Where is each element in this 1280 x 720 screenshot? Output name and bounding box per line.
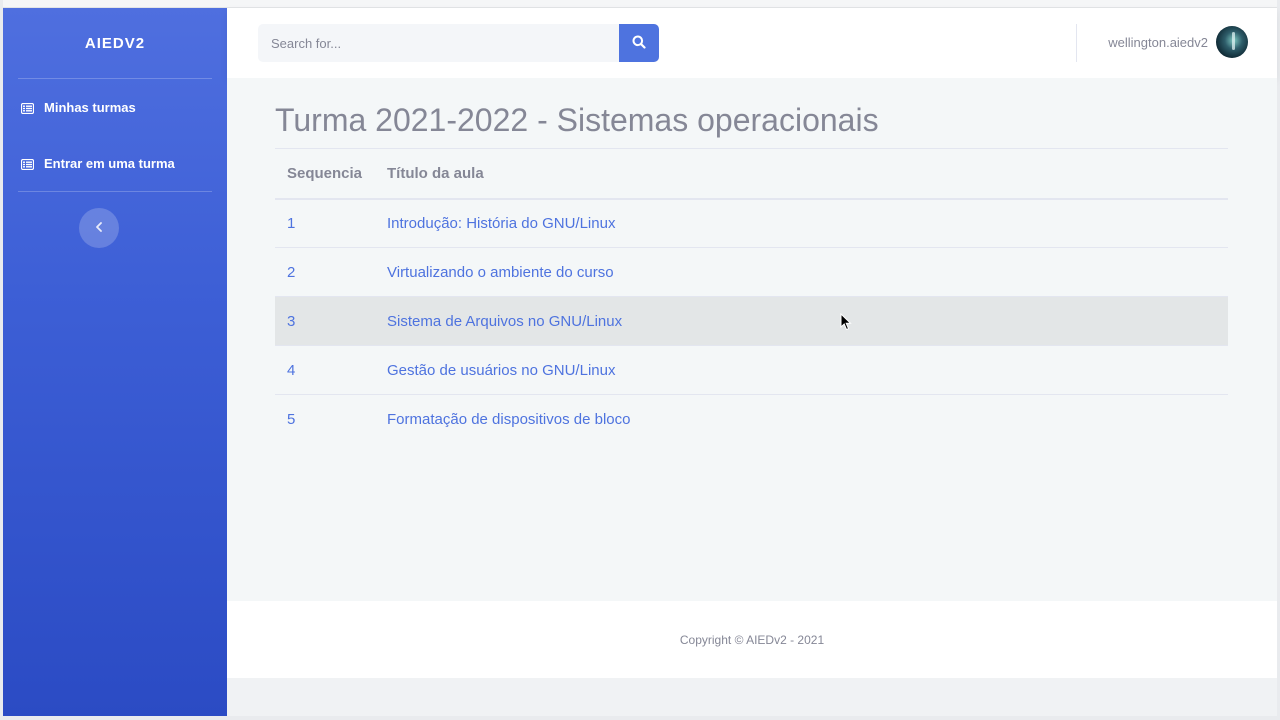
brand-logo[interactable]: AIEDV2: [3, 8, 227, 78]
row-title-cell: Introdução: História do GNU/Linux: [375, 198, 1228, 248]
main-content: Turma 2021-2022 - Sistemas operacionais …: [227, 78, 1277, 601]
avatar[interactable]: [1216, 26, 1248, 58]
table-row[interactable]: 5 Formatação de dispositivos de bloco: [275, 395, 1228, 444]
lesson-link[interactable]: Introdução: História do GNU/Linux: [387, 215, 615, 232]
lessons-table: Sequencia Título da aula 1 Introdução: H…: [275, 148, 1228, 444]
sidebar-item-entrar-turma[interactable]: Entrar em uma turma: [3, 135, 227, 191]
lesson-link[interactable]: Virtualizando o ambiente do curso: [387, 264, 614, 281]
sidebar-item-minhas-turmas[interactable]: Minhas turmas: [3, 79, 227, 135]
mouse-cursor-icon: [840, 312, 852, 331]
sidebar-item-label: Minhas turmas: [44, 99, 136, 115]
row-sequence: 4: [275, 345, 375, 395]
table-row[interactable]: 1 Introdução: História do GNU/Linux: [275, 198, 1228, 248]
user-name[interactable]: wellington.aiedv2: [1108, 35, 1208, 50]
lesson-link[interactable]: Sistema de Arquivos no GNU/Linux: [387, 313, 622, 330]
row-title-cell: Virtualizando o ambiente do curso: [375, 247, 1228, 297]
search-input[interactable]: [258, 24, 619, 62]
search-form: [258, 24, 659, 62]
row-title-cell: Formatação de dispositivos de bloco: [375, 395, 1228, 444]
table-row[interactable]: 3 Sistema de Arquivos no GNU/Linux: [275, 296, 1228, 346]
window-frame-bottom: [0, 716, 1280, 720]
table-list-icon: [20, 158, 35, 170]
column-header-sequencia: Sequencia: [275, 148, 375, 200]
window-frame-top: [0, 0, 1280, 8]
lesson-link[interactable]: Gestão de usuários no GNU/Linux: [387, 362, 615, 379]
search-icon: [632, 35, 646, 52]
sidebar: AIEDV2 Minhas turmas Entrar em uma turma: [3, 8, 227, 716]
table-row[interactable]: 4 Gestão de usuários no GNU/Linux: [275, 345, 1228, 395]
row-sequence: 2: [275, 247, 375, 297]
table-header-row: Sequencia Título da aula: [275, 148, 1228, 200]
topbar-divider: [1076, 24, 1077, 62]
footer: Copyright © AIEDv2 - 2021: [227, 601, 1277, 678]
row-sequence: 5: [287, 410, 296, 428]
sidebar-divider: [18, 191, 212, 192]
row-title-cell: Gestão de usuários no GNU/Linux: [375, 345, 1228, 395]
column-header-titulo: Título da aula: [375, 148, 1228, 200]
table-row[interactable]: 2 Virtualizando o ambiente do curso: [275, 247, 1228, 297]
sidebar-item-label: Entrar em uma turma: [44, 155, 175, 171]
page-title: Turma 2021-2022 - Sistemas operacionais: [275, 102, 879, 138]
table-list-icon: [20, 102, 35, 114]
row-title-cell: Sistema de Arquivos no GNU/Linux: [375, 296, 1228, 346]
search-button[interactable]: [619, 24, 659, 62]
row-sequence: 1: [275, 198, 375, 248]
copyright-text: Copyright © AIEDv2 - 2021: [679, 632, 825, 647]
lesson-link[interactable]: Formatação de dispositivos de bloco: [387, 411, 630, 428]
chevron-left-icon: [95, 219, 103, 237]
topbar: wellington.aiedv2: [227, 8, 1277, 78]
row-sequence: 3: [275, 296, 375, 346]
sidebar-toggle-button[interactable]: [79, 208, 119, 248]
